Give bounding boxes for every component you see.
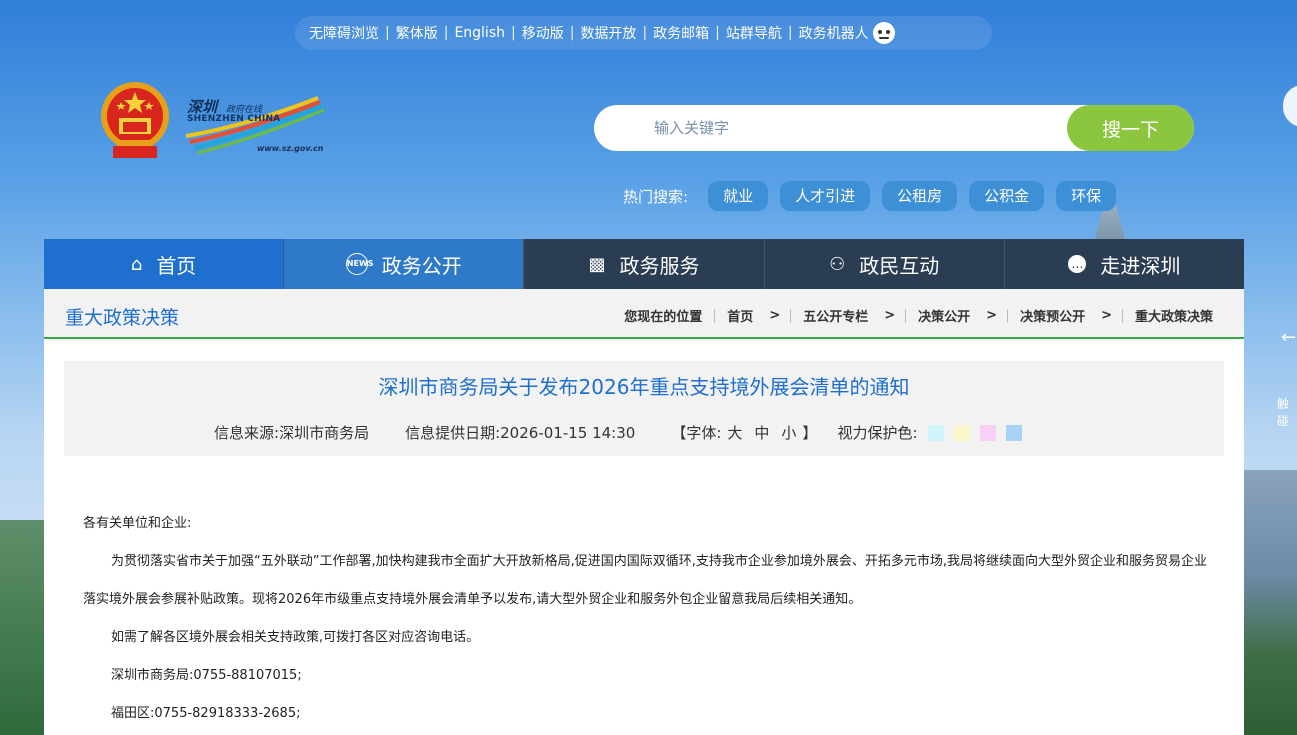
nav-about-shenzhen-label: 走进深圳 [1100, 253, 1181, 278]
content-panel: 重大政策决策 您现在的位置 首页 > 五公开专栏 > 决策公开 > 决策预公开 … [44, 289, 1244, 735]
source-label: 信息来源: [214, 424, 280, 442]
divider [1121, 308, 1123, 323]
eye-color-yellow[interactable] [953, 424, 970, 441]
location-label: 您现在的位置 [624, 310, 703, 325]
separator: | [787, 25, 793, 41]
hot-tag-employment[interactable]: 就业 [708, 181, 769, 211]
link-gov-mail[interactable]: 政务邮箱 [653, 23, 709, 43]
article-body: 各有关单位和企业: 为贯彻落实省市关于加强“五外联动”工作部署,加快构建我市全面… [83, 505, 1213, 733]
crumb-decision-open[interactable]: 决策公开 [918, 306, 970, 325]
news-icon: NEWS [345, 253, 374, 275]
search-input[interactable] [594, 105, 1064, 151]
source-value: 深圳市商务局 [279, 424, 370, 442]
crumb-major-policy[interactable]: 重大政策决策 [1135, 306, 1213, 325]
logo-text-en: SHENZHEN CHINA [187, 114, 281, 124]
nav-about-shenzhen[interactable]: … 走进深圳 [1004, 239, 1245, 289]
article-greeting: 各有关单位和企业: [83, 516, 192, 531]
separator: | [443, 25, 449, 41]
robot-icon[interactable] [872, 22, 895, 44]
search-box: 搜一下 [594, 105, 1194, 151]
date-label: 信息提供日期: [405, 424, 501, 442]
date-value: 2026-01-15 14:30 [500, 423, 636, 442]
link-site-nav[interactable]: 站群导航 [726, 23, 782, 43]
hot-search-label: 热门搜索: [623, 187, 689, 206]
background-trees [0, 520, 44, 735]
nav-interaction-label: 政民互动 [859, 253, 940, 278]
crumb-decision-preview[interactable]: 决策预公开 [1020, 306, 1085, 325]
eye-color-label: 视力保护色: [837, 424, 918, 442]
side-arrow-icon[interactable]: ← [1281, 327, 1296, 348]
search-button[interactable]: 搜一下 [1067, 105, 1194, 151]
nav-gov-affairs-open[interactable]: NEWS 政务公开 [284, 239, 525, 289]
main-nav: ⌂ 首页 NEWS 政务公开 ▩ 政务服务 ⚇ 政民互动 … 走进深圳 [44, 239, 1245, 289]
nav-interaction[interactable]: ⚇ 政民互动 [764, 239, 1005, 289]
logo-url: www.sz.gov.cn [257, 144, 324, 153]
article-paragraph: 为贯彻落实省市关于加强“五外联动”工作部署,加快构建我市全面扩大开放新格局,促进… [83, 554, 1208, 607]
link-mobile[interactable]: 移动版 [522, 23, 564, 43]
crumb-arrow: > [1101, 308, 1112, 323]
hot-tag-environment[interactable]: 环保 [1056, 181, 1117, 211]
nav-gov-services-label: 政务服务 [619, 253, 700, 278]
hot-tag-talent[interactable]: 人才引进 [780, 181, 871, 211]
contact-line: 福田区:0755-82918333-2685; [111, 706, 301, 721]
chat-icon: … [1068, 255, 1087, 273]
divider [905, 308, 907, 323]
breadcrumb-bar: 重大政策决策 您现在的位置 首页 > 五公开专栏 > 决策公开 > 决策预公开 … [44, 289, 1244, 339]
crumb-arrow: > [884, 308, 896, 323]
article-paragraph: 如需了解各区境外展会相关支持政策,可拨打各区对应咨询电话。 [111, 630, 480, 645]
link-traditional[interactable]: 繁体版 [396, 23, 438, 43]
section-title: 重大政策决策 [65, 307, 180, 329]
divider [1007, 308, 1009, 323]
crumb-arrow: > [986, 308, 998, 323]
eye-color-pink[interactable] [979, 424, 996, 441]
separator: | [569, 25, 575, 41]
article-title: 深圳市商务局关于发布2026年重点支持境外展会清单的通知 [378, 375, 910, 399]
home-icon: ⌂ [130, 253, 143, 275]
link-accessibility[interactable]: 无障碍浏览 [309, 23, 379, 43]
crumb-five-open[interactable]: 五公开专栏 [803, 306, 868, 325]
crumb-arrow: > [769, 308, 781, 323]
users-icon: ⚇ [829, 253, 846, 275]
hot-tag-housing-fund[interactable]: 公积金 [969, 181, 1045, 211]
side-float-widget[interactable] [1283, 85, 1297, 127]
link-english[interactable]: English [454, 25, 505, 41]
side-widget-label: 触碰 [1277, 397, 1290, 428]
divider [714, 308, 716, 323]
article-header: 深圳市商务局关于发布2026年重点支持境外展会清单的通知 信息来源: 深圳市商务… [64, 361, 1224, 456]
font-size-small[interactable]: 小 [781, 422, 796, 443]
crumb-home[interactable]: 首页 [727, 306, 753, 325]
link-open-data[interactable]: 数据开放 [580, 23, 636, 43]
nav-gov-services[interactable]: ▩ 政务服务 [524, 239, 765, 289]
link-gov-robot[interactable]: 政务机器人 [799, 23, 869, 43]
eye-color-blue[interactable] [1005, 424, 1022, 441]
font-label-open: 【字体: [671, 424, 722, 442]
hot-tag-public-housing[interactable]: 公租房 [882, 181, 958, 211]
article-meta: 信息来源: 深圳市商务局 信息提供日期: 2026-01-15 14:30 【字… [214, 422, 1022, 443]
nav-home-label: 首页 [156, 253, 197, 278]
separator: | [385, 25, 390, 41]
divider [790, 308, 792, 323]
contact-line: 深圳市商务局:0755-88107015; [111, 668, 302, 683]
breadcrumb: 您现在的位置 首页 > 五公开专栏 > 决策公开 > 决策预公开 > 重大政策决… [624, 306, 1213, 325]
hot-search: 热门搜索: 就业 人才引进 公租房 公积金 环保 [623, 181, 1117, 211]
monitor-icon: ▩ [588, 253, 606, 275]
font-size-medium[interactable]: 中 [754, 422, 769, 443]
top-links-bar: 无障碍浏览 | 繁体版 | English | 移动版 | 数据开放 | 政务邮… [295, 16, 992, 50]
nav-home[interactable]: ⌂ 首页 [44, 239, 285, 289]
eye-color-cyan[interactable] [927, 424, 944, 441]
national-emblem-icon [101, 82, 169, 158]
font-size-large[interactable]: 大 [727, 422, 742, 443]
font-label-close: 】 [802, 424, 818, 442]
separator: | [511, 25, 516, 41]
separator: | [715, 25, 720, 41]
background-city [1244, 470, 1297, 735]
nav-gov-affairs-open-label: 政务公开 [381, 253, 462, 278]
separator: | [642, 25, 648, 41]
